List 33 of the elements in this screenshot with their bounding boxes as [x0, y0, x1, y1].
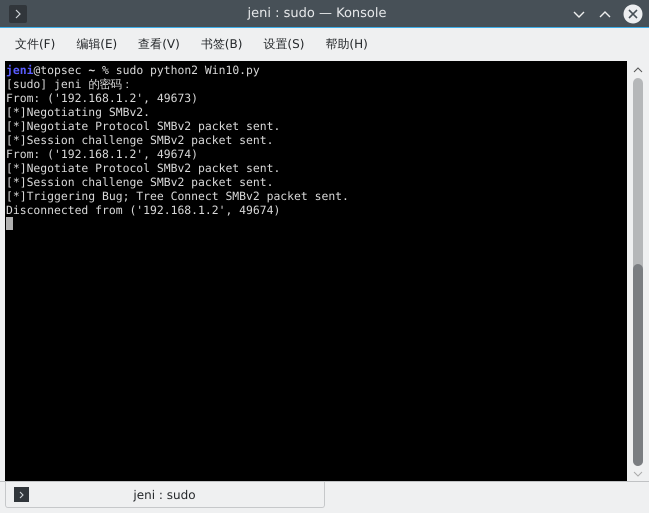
output-line: [*]Session challenge SMBv2 packet sent. [6, 175, 274, 189]
maximize-icon[interactable] [598, 8, 612, 18]
output-line: [*]Triggering Bug; Tree Connect SMBv2 packet sent. [6, 189, 350, 203]
output-line: Disconnected from ('192.168.1.2', 49674) [6, 203, 282, 217]
prompt-host: @topsec [33, 63, 82, 77]
scroll-up-icon[interactable] [633, 67, 643, 73]
command-text: % sudo python2 Win10.py [101, 63, 260, 77]
menu-item[interactable]: 书签(B) [194, 36, 250, 53]
terminal-icon [9, 4, 27, 22]
output-line: [*]Session challenge SMBv2 packet sent. [6, 133, 274, 147]
output-line: [*]Negotiate Protocol SMBv2 packet sent. [6, 119, 282, 133]
prompt-user: jeni [6, 63, 34, 77]
output-line: From: ('192.168.1.2', 49673) [6, 91, 200, 105]
terminal-icon [14, 487, 29, 502]
output-line: From: ('192.168.1.2', 49674) [6, 147, 200, 161]
tab-label: jeni : sudo [132, 488, 197, 502]
prompt-path: ~ [88, 63, 96, 77]
menu-item[interactable]: 查看(V) [131, 36, 187, 53]
menu-item[interactable]: 编辑(E) [69, 36, 124, 53]
scrollbar-handle[interactable] [633, 264, 643, 466]
session-tab[interactable]: jeni : sudo [5, 482, 325, 508]
output-line: [sudo] jeni 的密码： [6, 77, 134, 91]
window-title: jeni : sudo — Konsole [246, 6, 388, 21]
scrollbar-track[interactable] [633, 78, 643, 466]
text-cursor [6, 217, 13, 230]
minimize-icon[interactable] [572, 8, 586, 18]
menu-item[interactable]: 设置(S) [256, 36, 312, 53]
output-line: [*]Negotiating SMBv2. [6, 105, 152, 119]
menu-item[interactable]: 文件(F) [8, 36, 62, 53]
close-icon[interactable] [623, 4, 643, 24]
terminal-output[interactable] [5, 61, 627, 481]
output-line: [*]Negotiate Protocol SMBv2 packet sent. [6, 161, 282, 175]
menu-item[interactable]: 帮助(H) [318, 36, 375, 53]
